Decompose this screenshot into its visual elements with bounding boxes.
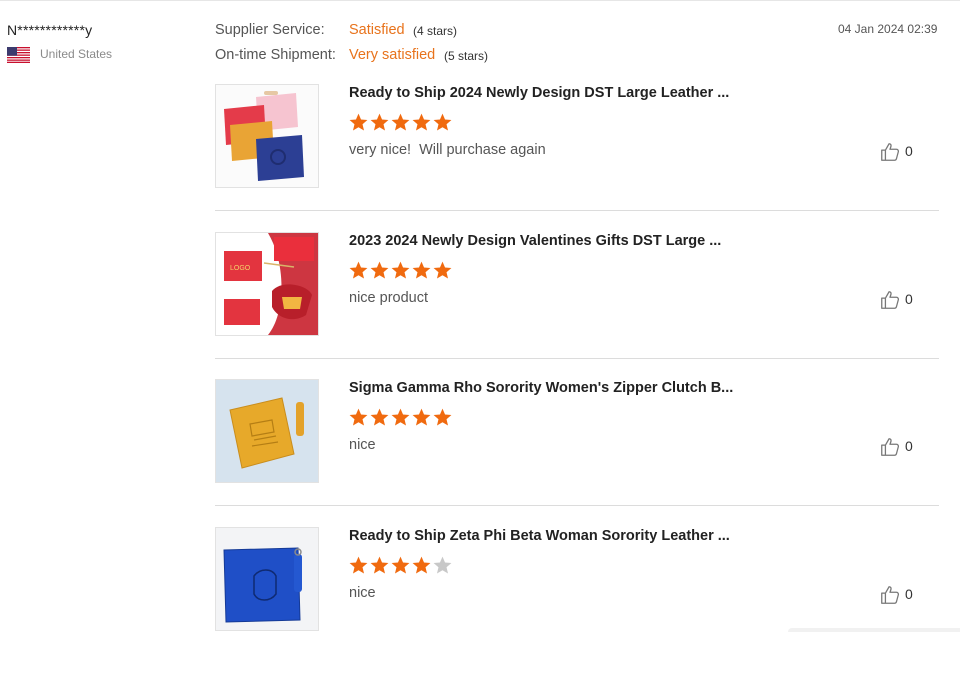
product-review-item: LOGO 2023 2024 Newly Design Valentines G… bbox=[215, 232, 939, 380]
product-thumbnail[interactable] bbox=[215, 527, 319, 631]
review-comment: very nice! Will purchase again bbox=[349, 142, 546, 158]
star-empty-icon bbox=[433, 556, 452, 574]
star-filled-icon bbox=[433, 408, 452, 426]
supplier-service-label: Supplier Service: bbox=[215, 22, 325, 38]
star-filled-icon bbox=[349, 113, 368, 131]
product-review-item: Ready to Ship 2024 Newly Design DST Larg… bbox=[215, 84, 939, 232]
star-filled-icon bbox=[391, 261, 410, 279]
product-image bbox=[216, 380, 318, 482]
star-filled-icon bbox=[433, 113, 452, 131]
product-title[interactable]: Ready to Ship Zeta Phi Beta Woman Sorori… bbox=[349, 528, 730, 544]
star-filled-icon bbox=[391, 556, 410, 574]
thumbs-up-icon[interactable] bbox=[879, 141, 901, 163]
star-filled-icon bbox=[349, 408, 368, 426]
top-divider bbox=[0, 0, 960, 1]
reviewer-country: United States bbox=[40, 47, 113, 61]
us-flag-icon bbox=[7, 47, 30, 63]
shipment-value: Very satisfied bbox=[349, 47, 436, 63]
product-image: LOGO bbox=[216, 233, 318, 335]
product-title[interactable]: 2023 2024 Newly Design Valentines Gifts … bbox=[349, 233, 721, 249]
product-rating-stars bbox=[348, 407, 453, 429]
like-count: 0 bbox=[905, 586, 913, 602]
reviewer-name: N************y bbox=[7, 22, 93, 38]
star-filled-icon bbox=[433, 261, 452, 279]
star-filled-icon bbox=[370, 408, 389, 426]
product-title[interactable]: Ready to Ship 2024 Newly Design DST Larg… bbox=[349, 85, 729, 101]
star-filled-icon bbox=[370, 556, 389, 574]
like-count: 0 bbox=[905, 291, 913, 307]
product-thumbnail[interactable] bbox=[215, 379, 319, 483]
product-title[interactable]: Sigma Gamma Rho Sorority Women's Zipper … bbox=[349, 380, 733, 396]
item-divider bbox=[215, 210, 939, 211]
review-comment: nice bbox=[349, 585, 376, 601]
product-review-item: Sigma Gamma Rho Sorority Women's Zipper … bbox=[215, 379, 939, 527]
item-divider bbox=[215, 505, 939, 506]
shipment-label: On-time Shipment: bbox=[215, 47, 336, 63]
star-filled-icon bbox=[349, 556, 368, 574]
supplier-service-value: Satisfied bbox=[349, 22, 405, 38]
review-date: 04 Jan 2024 02:39 bbox=[838, 22, 938, 36]
product-image bbox=[216, 528, 318, 630]
review-comment: nice bbox=[349, 437, 376, 453]
shipment-stars: (5 stars) bbox=[444, 49, 489, 63]
star-filled-icon bbox=[412, 261, 431, 279]
star-filled-icon bbox=[349, 261, 368, 279]
item-divider bbox=[215, 358, 939, 359]
product-thumbnail[interactable] bbox=[215, 84, 319, 188]
supplier-service-stars: (4 stars) bbox=[413, 24, 458, 38]
like-count: 0 bbox=[905, 438, 913, 454]
product-rating-stars bbox=[348, 112, 453, 134]
star-filled-icon bbox=[370, 113, 389, 131]
product-thumbnail[interactable]: LOGO bbox=[215, 232, 319, 336]
thumbs-up-icon[interactable] bbox=[879, 584, 901, 606]
thumbs-up-icon[interactable] bbox=[879, 289, 901, 311]
like-count: 0 bbox=[905, 143, 913, 159]
floating-panel-edge bbox=[788, 628, 960, 632]
thumbs-up-icon[interactable] bbox=[879, 436, 901, 458]
product-rating-stars bbox=[348, 260, 453, 282]
star-filled-icon bbox=[412, 113, 431, 131]
review-comment: nice product bbox=[349, 290, 428, 306]
logo-tag-text: LOGO bbox=[230, 265, 251, 272]
star-filled-icon bbox=[370, 261, 389, 279]
product-rating-stars bbox=[348, 555, 453, 577]
product-image bbox=[216, 85, 318, 187]
star-filled-icon bbox=[391, 113, 410, 131]
star-filled-icon bbox=[391, 408, 410, 426]
product-review-item: Ready to Ship Zeta Phi Beta Woman Sorori… bbox=[215, 527, 939, 675]
star-filled-icon bbox=[412, 556, 431, 574]
star-filled-icon bbox=[412, 408, 431, 426]
